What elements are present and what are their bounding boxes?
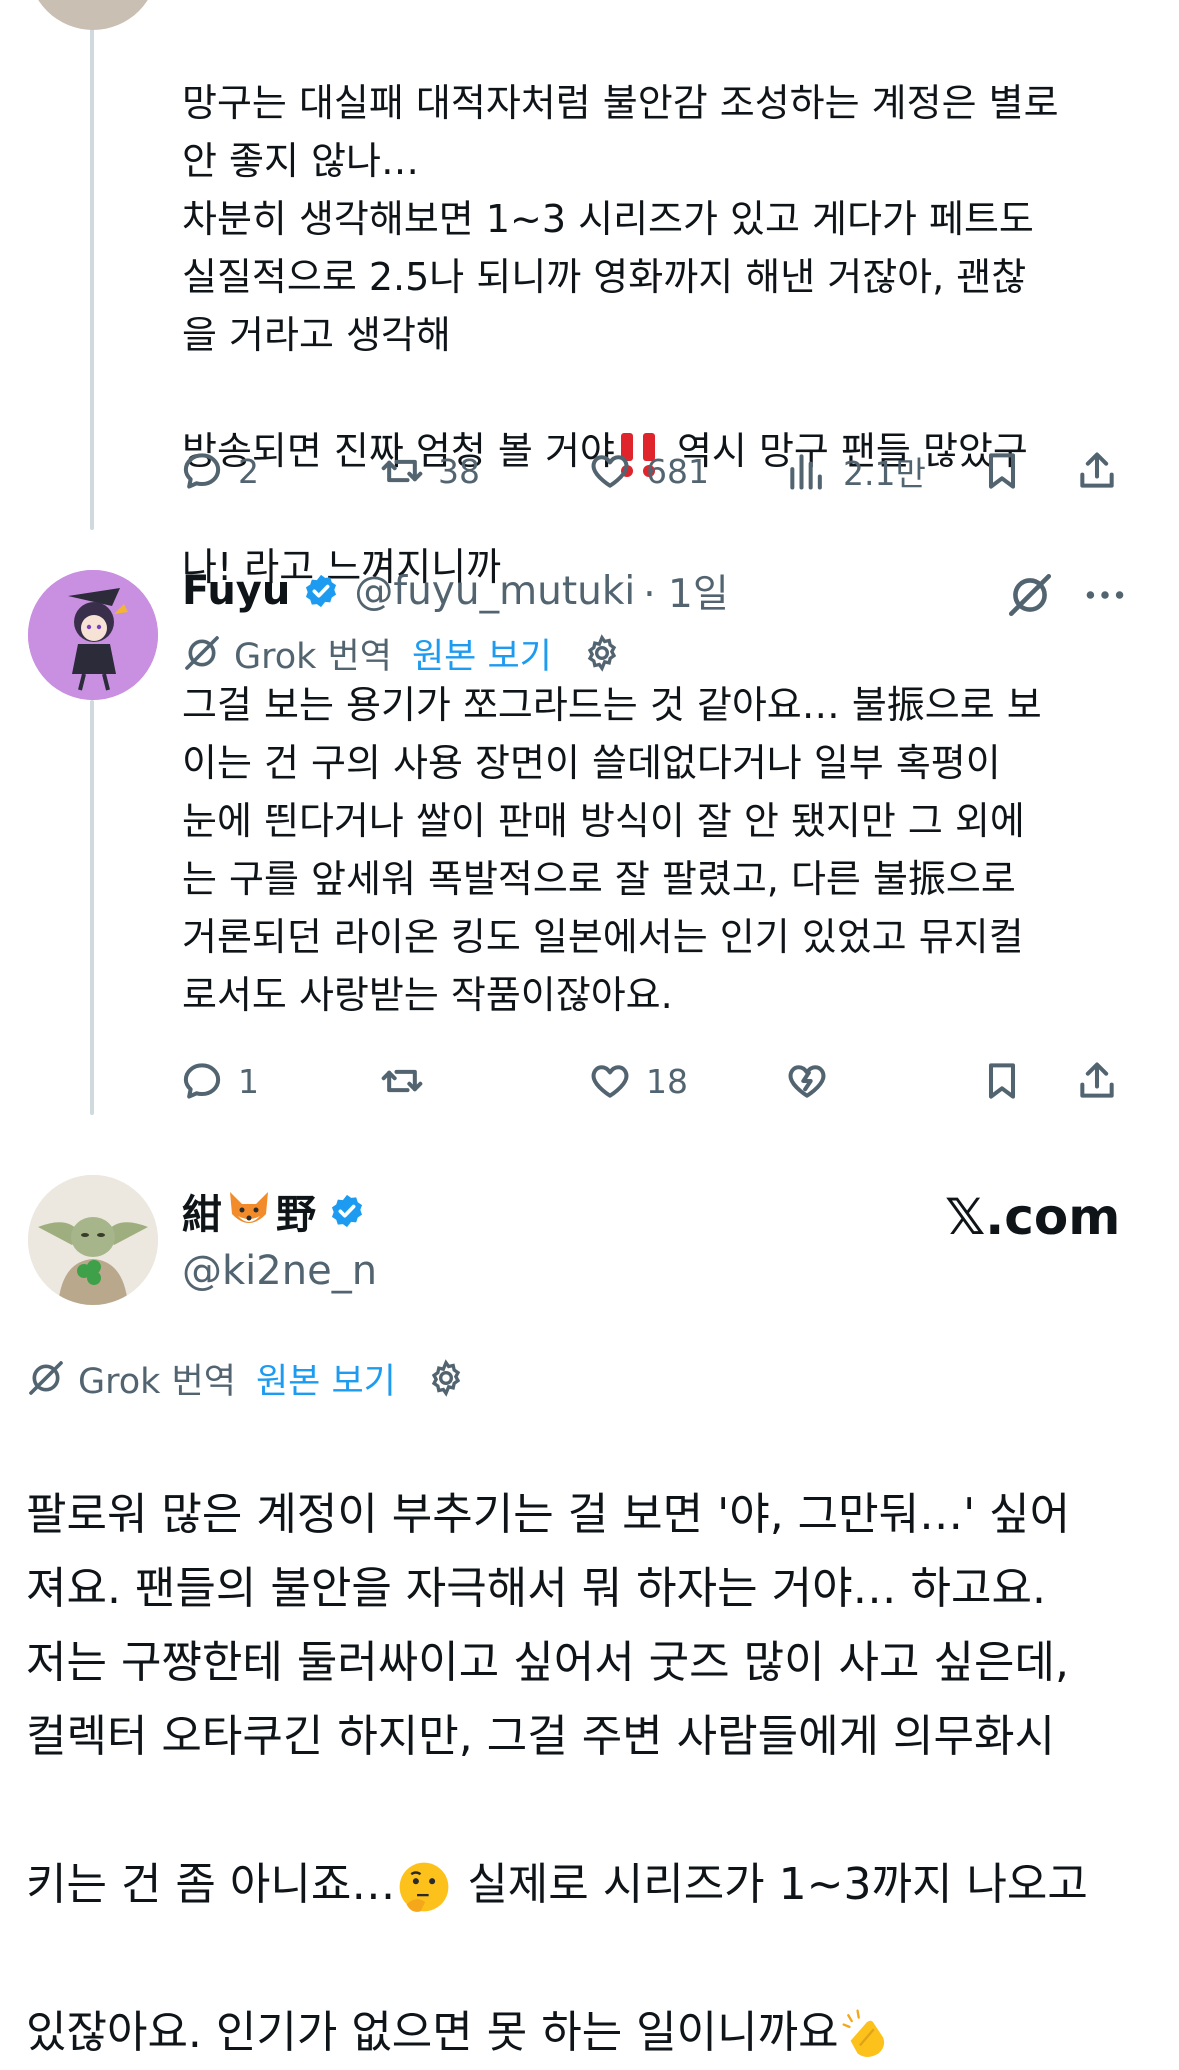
bookmark-button[interactable] <box>980 441 1024 501</box>
share-icon <box>1080 452 1114 488</box>
reply-button[interactable]: 2 <box>180 441 259 501</box>
grok-translation-label: Grok 번역 <box>234 636 392 677</box>
tweet3-name-part1: 紺 <box>182 1192 222 1238</box>
like-icon <box>591 455 629 488</box>
view-original-link[interactable]: 원본 보기 <box>412 628 552 679</box>
thread-line-top <box>90 0 94 530</box>
tweet3-grok-translation-bar: Grok 번역 원본 보기 <box>26 1350 466 1406</box>
more-icon[interactable] <box>1080 570 1130 620</box>
tweet1-text: 망구는 대실패 대적자처럼 불안감 조성하는 계정은 별로 안 좋지 않나… 차… <box>182 16 1162 596</box>
reply-count: 1 <box>238 1061 259 1101</box>
views-count: 2.1만 <box>843 454 926 493</box>
heartbreak-icon <box>788 1065 826 1098</box>
tweet1-text-main: 망구는 대실패 대적자처럼 불안감 조성하는 계정은 별로 안 좋지 않나… 차… <box>182 81 1059 357</box>
views-icon <box>790 454 822 490</box>
tweet2-timestamp[interactable]: · 1일 <box>643 563 729 619</box>
tweet3-handle[interactable]: @ki2ne_n <box>182 1248 377 1294</box>
x-com-watermark: 𝕏.com <box>945 1188 1121 1246</box>
share-button[interactable] <box>1075 441 1119 501</box>
tweet1-actions: 2 38 681 2.1만 <box>180 441 1140 501</box>
repost-icon <box>381 1069 423 1093</box>
like-button[interactable]: 18 <box>588 1051 688 1111</box>
tweet3-name-part2: 野 <box>276 1192 316 1238</box>
view-original-link[interactable]: 원본 보기 <box>256 1353 396 1404</box>
bookmark-button[interactable] <box>980 1051 1024 1111</box>
tweet2-author-name[interactable]: Fuyu <box>182 568 290 614</box>
share-icon <box>1080 1062 1114 1098</box>
tweet3-text-line5b: 실제로 시리즈가 1~3까지 나오고 <box>453 1859 1088 1910</box>
like-icon <box>591 1065 629 1098</box>
reply-icon <box>183 453 221 489</box>
tweet3-text-main: 팔로워 많은 계정이 부추기는 걸 보면 '야, 그만둬…' 싶어 져요. 팬들… <box>26 1489 1071 1762</box>
grok-icon-header[interactable] <box>1005 570 1055 620</box>
repost-button[interactable]: 38 <box>380 441 480 501</box>
like-count: 18 <box>646 1061 688 1101</box>
tweet2-text: 그걸 보는 용기가 쪼그라드는 것 같아요… 불振으로 보 이는 건 구의 사용… <box>182 683 1042 1017</box>
bookmark-icon <box>988 453 1016 489</box>
avatar-fuyu[interactable] <box>28 570 158 700</box>
tweet2-actions: 1 18 <box>180 1051 1140 1111</box>
thinking-face-icon <box>399 1862 449 1912</box>
gear-icon[interactable] <box>582 633 622 673</box>
tweet2-header: Fuyu @fuyu_mutuki · 1일 <box>182 560 1142 622</box>
tweet3-text: 팔로워 많은 계정이 부추기는 걸 보면 '야, 그만둬…' 싶어 져요. 팬들… <box>26 1404 1166 2070</box>
avatar-tweet1[interactable] <box>28 0 158 30</box>
reply-count: 2 <box>238 451 259 491</box>
verified-icon <box>331 1194 363 1228</box>
repost-count: 38 <box>438 451 480 491</box>
like-button[interactable]: 681 <box>588 441 709 501</box>
bookmark-icon <box>988 1063 1016 1099</box>
thread-line-middle <box>90 700 94 1115</box>
heartbreak-button[interactable] <box>785 1051 829 1111</box>
tweet3-text-line6: 있잖아요. 인기가 없으면 못 하는 일이니까요 <box>26 2007 839 2058</box>
grok-icon <box>29 1361 63 1395</box>
tweet2-grok-translation-bar: Grok 번역 원본 보기 <box>182 625 622 681</box>
avatar-fuyu-illustration <box>28 570 158 700</box>
gear-icon[interactable] <box>426 1358 466 1398</box>
verified-icon <box>306 574 337 608</box>
share-button[interactable] <box>1075 1051 1119 1111</box>
reply-icon <box>183 1063 221 1099</box>
avatar-ki2ne[interactable] <box>28 1175 158 1305</box>
like-count: 681 <box>646 451 709 491</box>
grok-icon <box>185 636 219 670</box>
avatar-ki2ne-illustration <box>28 1175 158 1305</box>
fox-emoji-icon <box>230 1192 268 1223</box>
tweet3-author-name[interactable]: 紺 野 <box>182 1180 380 1242</box>
tweet3-text-line5a: 키는 건 좀 아니죠… <box>26 1859 396 1910</box>
reply-button[interactable]: 1 <box>180 1051 259 1111</box>
repost-button[interactable] <box>380 1051 424 1111</box>
views-button[interactable]: 2.1만 <box>785 441 926 501</box>
grok-translation-label: Grok 번역 <box>78 1361 236 1402</box>
clapping-hands-icon <box>842 2009 884 2058</box>
repost-icon <box>381 459 423 483</box>
tweet2-handle[interactable]: @fuyu_mutuki <box>354 569 635 614</box>
